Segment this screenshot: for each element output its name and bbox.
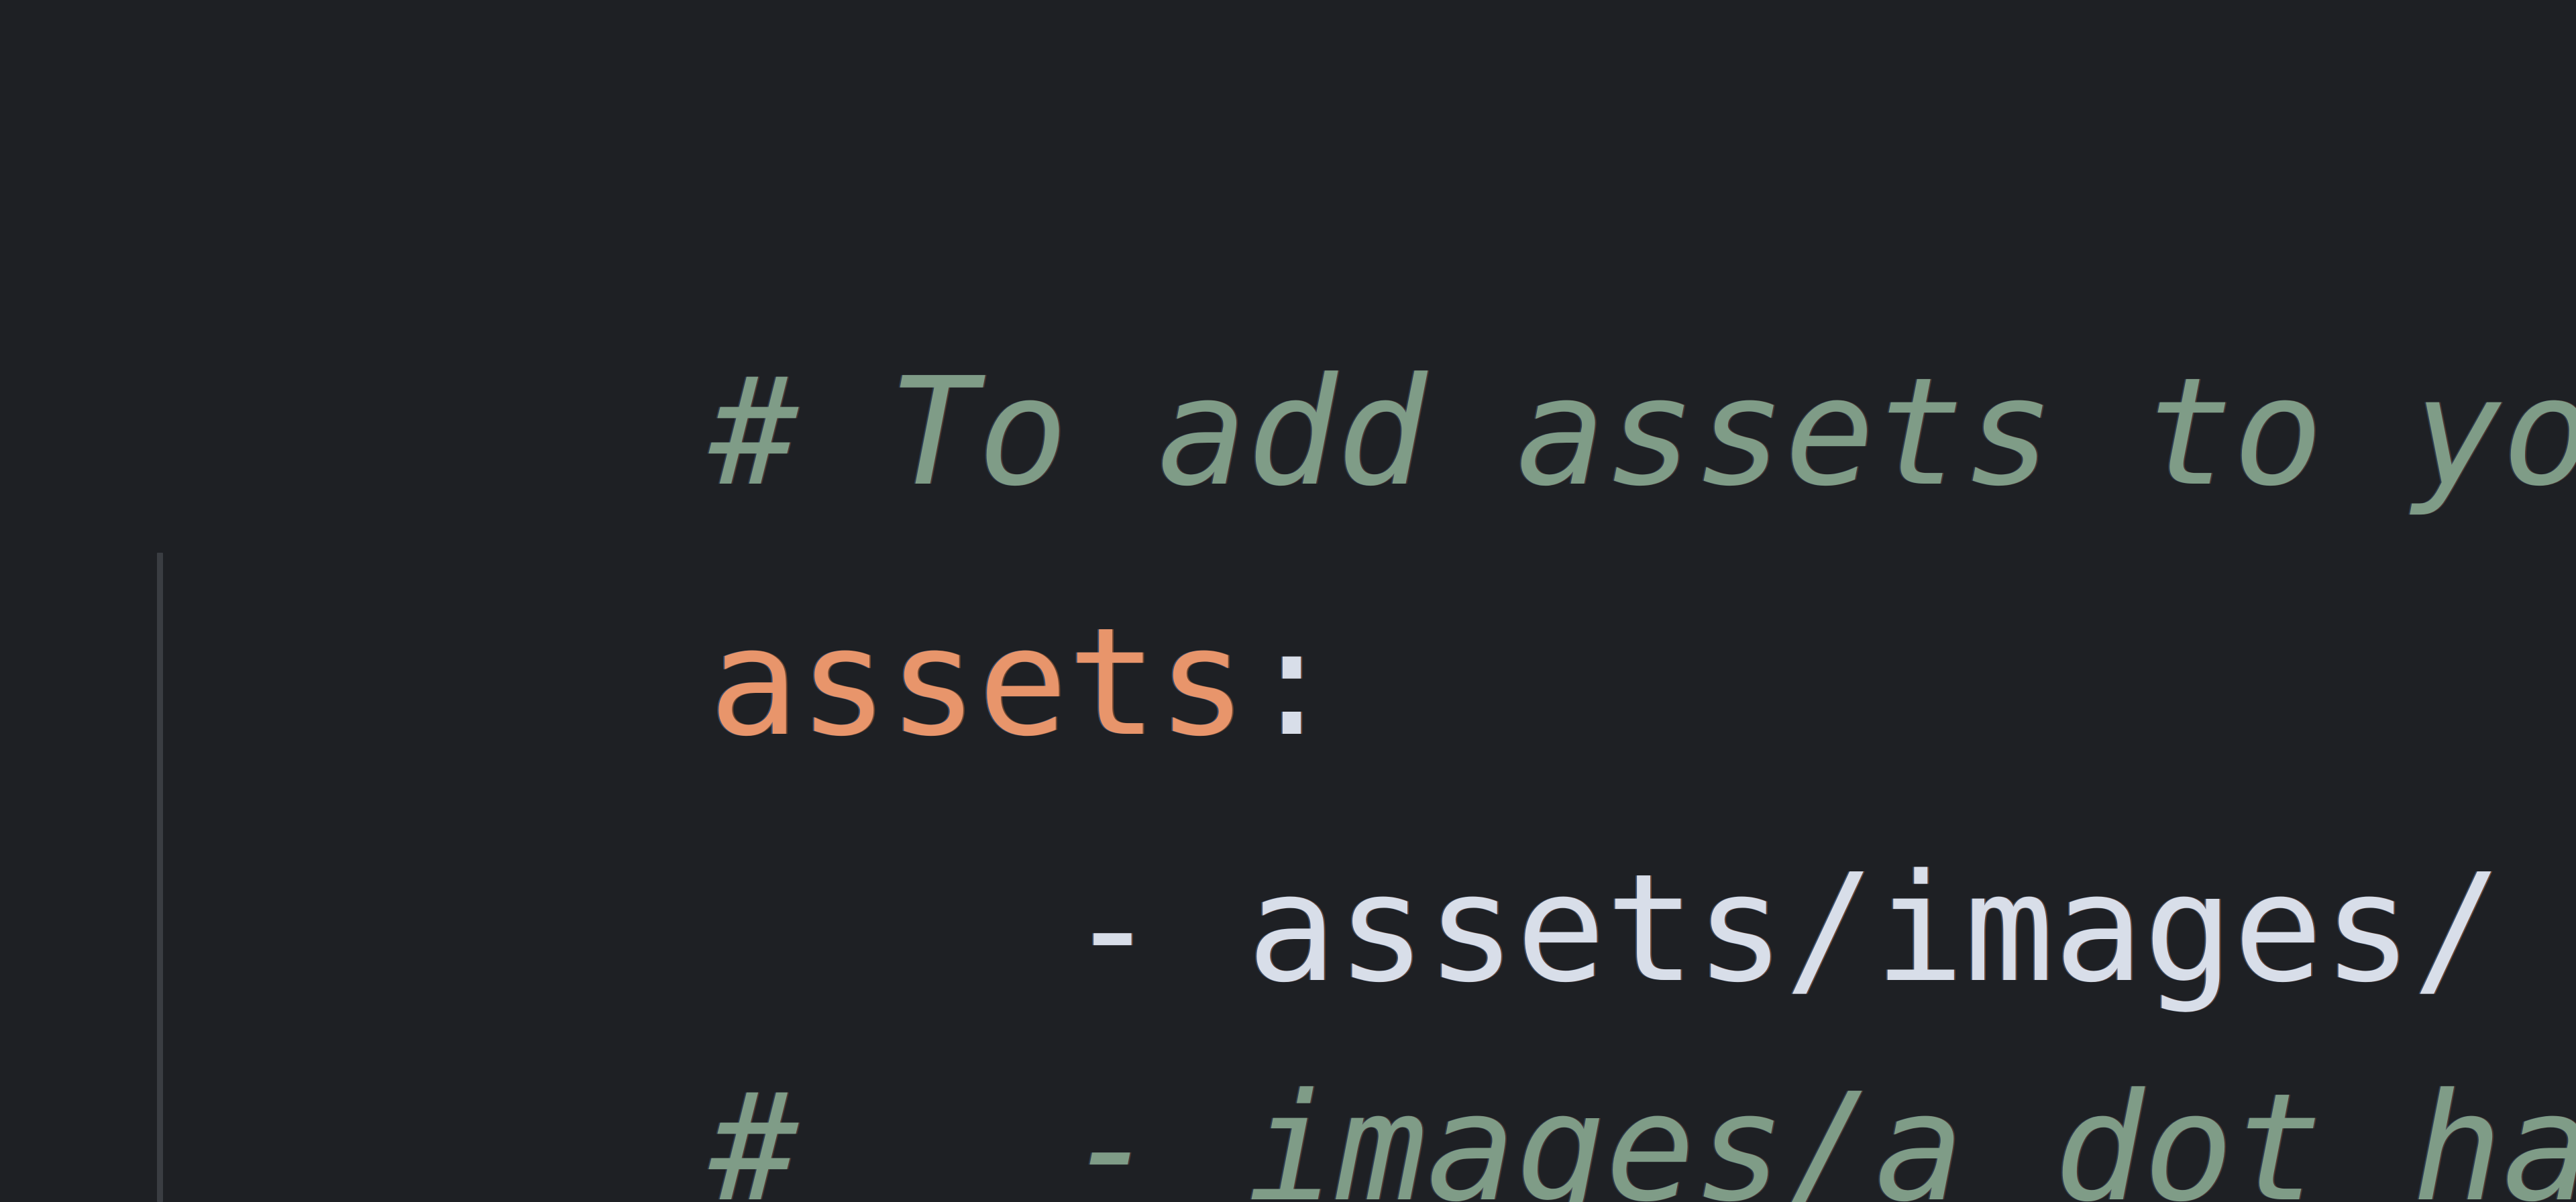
code-editor-surface[interactable]: # To add assets to your applic assets: -… [0, 0, 2576, 1202]
code-line-comment-a-dot-ham[interactable]: # - images/a_dot_ham.jpeg [171, 786, 2576, 1202]
code-line-comment-add-assets[interactable]: # To add assets to your applic [171, 70, 2576, 519]
code-text-area[interactable]: # To add assets to your applic assets: -… [0, 0, 2576, 1202]
code-line-assets-key[interactable]: assets: [171, 321, 1337, 769]
comment-token: # - images/a_dot_ham.jpeg [708, 1062, 2576, 1202]
code-line-assets-images-entry[interactable]: - assets/images/ [171, 567, 2503, 1016]
